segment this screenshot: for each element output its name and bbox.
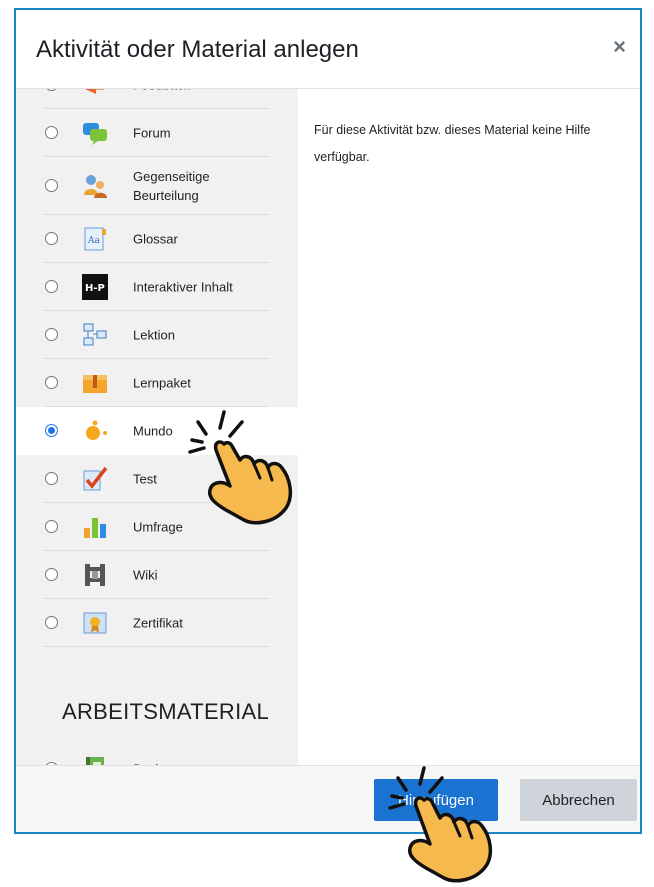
dialog-footer: Hinzufügen Abbrechen [16, 765, 640, 832]
activity-radio[interactable] [45, 280, 58, 293]
help-text: Für diese Aktivität bzw. dieses Material… [314, 123, 591, 164]
wiki-icon [82, 562, 108, 588]
dialog-title: Aktivität oder Material anlegen [36, 36, 359, 63]
activity-label: Lernpaket [133, 375, 191, 391]
activity-radio[interactable] [45, 424, 58, 437]
pointing-hand-icon [388, 766, 493, 883]
activity-label: Glossar [133, 231, 178, 247]
activity-radio[interactable] [45, 232, 58, 245]
activity-label: Lektion [133, 327, 175, 343]
activity-radio[interactable] [45, 568, 58, 581]
close-icon[interactable]: × [613, 34, 626, 60]
survey-icon [82, 514, 108, 540]
glossary-icon: Aa [82, 226, 108, 252]
section-title: ARBEITSMATERIAL [62, 699, 270, 724]
activity-option[interactable]: Lektion [16, 311, 298, 359]
feedback-icon [82, 89, 108, 98]
activity-label: Mundo [133, 423, 173, 439]
activity-label: Interaktiver Inhalt [133, 279, 233, 295]
activity-radio[interactable] [45, 328, 58, 341]
activity-radio[interactable] [45, 616, 58, 629]
add-activity-dialog: Aktivität oder Material anlegen × Feedba… [14, 8, 642, 834]
help-panel: Für diese Aktivität bzw. dieses Material… [298, 89, 640, 769]
mundo-icon [82, 418, 108, 444]
activity-label: Zertifikat [133, 615, 183, 631]
resources-section-header: ARBEITSMATERIAL [16, 647, 298, 745]
activity-option[interactable]: Wiki [16, 551, 298, 599]
activity-radio[interactable] [45, 126, 58, 139]
package-icon [82, 370, 108, 396]
activity-radio[interactable] [45, 89, 58, 91]
activity-label: Umfrage [133, 519, 183, 535]
cancel-button[interactable]: Abbrechen [520, 779, 637, 821]
cancel-button-label: Abbrechen [542, 792, 615, 809]
lesson-icon [82, 322, 108, 348]
activity-option[interactable]: Gegenseitige Beurteilung [16, 157, 298, 215]
activity-option[interactable]: Lernpaket [16, 359, 298, 407]
dialog-header: Aktivität oder Material anlegen × [16, 10, 640, 89]
svg-text:H-P: H-P [85, 283, 105, 294]
activity-label: Gegenseitige Beurteilung [133, 169, 210, 203]
pointing-hand-icon [188, 410, 293, 525]
activity-option[interactable]: Feedback [16, 89, 298, 109]
quiz-icon [82, 466, 108, 492]
svg-text:Aa: Aa [87, 236, 100, 246]
activity-label: Test [133, 471, 157, 487]
activity-option[interactable]: Forum [16, 109, 298, 157]
activity-option[interactable]: Zertifikat [16, 599, 298, 647]
activity-radio[interactable] [45, 520, 58, 533]
activity-radio[interactable] [45, 472, 58, 485]
dialog-body: Feedback Forum Gegenseitige Beurteilung Aa G… [16, 89, 640, 769]
activity-radio[interactable] [45, 376, 58, 389]
peer-review-icon [82, 173, 108, 199]
activity-label: Feedback [133, 89, 190, 95]
activity-option[interactable]: H-P Interaktiver Inhalt [16, 263, 298, 311]
activity-label: Wiki [133, 567, 158, 583]
activity-radio[interactable] [45, 179, 58, 192]
h5p-icon: H-P [82, 274, 108, 300]
activity-option[interactable]: Aa Glossar [16, 215, 298, 263]
certificate-icon [82, 610, 108, 636]
forum-icon [82, 120, 108, 146]
activity-label: Forum [133, 125, 171, 141]
